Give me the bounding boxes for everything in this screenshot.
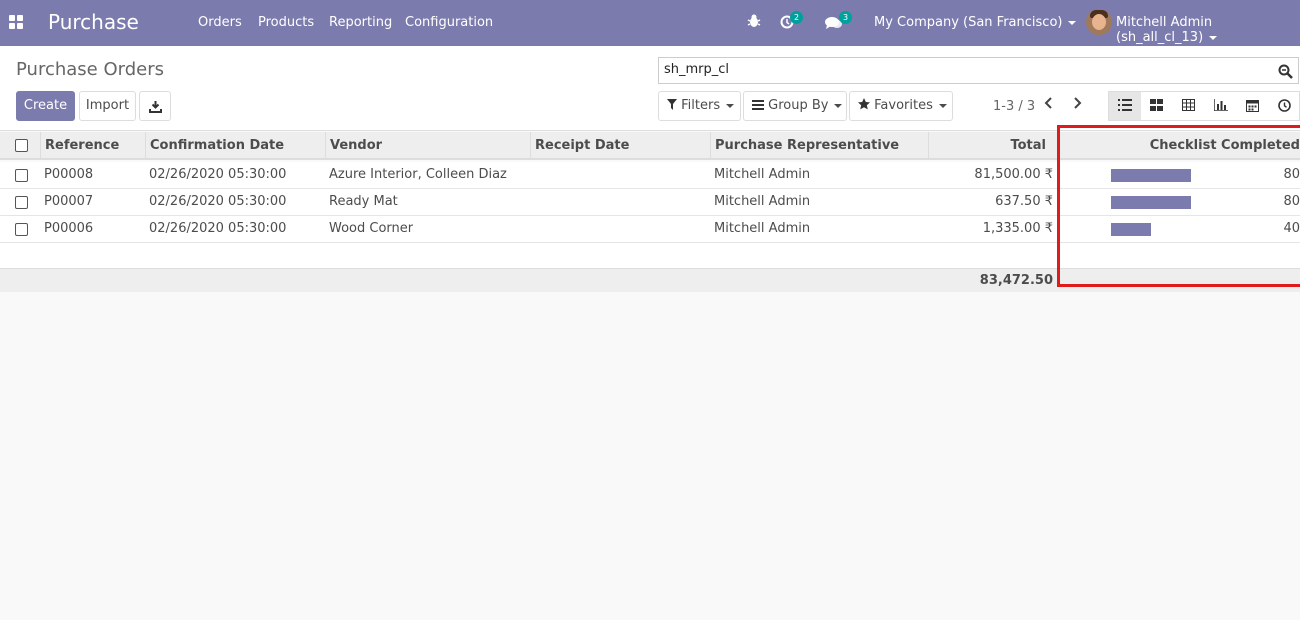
pager-previous-icon[interactable] — [1044, 96, 1058, 112]
message-count-badge: 3 — [839, 11, 852, 24]
list-bars-icon — [752, 100, 764, 110]
caret-down-icon — [938, 103, 947, 108]
menu-configuration[interactable]: Configuration — [405, 15, 493, 30]
cell-confirmation-date: 02/26/2020 05:30:00 — [149, 221, 287, 236]
cell-reference: P00007 — [44, 194, 94, 209]
company-switcher[interactable]: My Company (San Francisco) — [874, 15, 1077, 30]
menu-reporting[interactable]: Reporting — [329, 15, 392, 30]
table-row[interactable]: P00007 02/26/2020 05:30:00 Ready Mat Mit… — [0, 189, 1300, 216]
column-receipt-date[interactable]: Receipt Date — [530, 132, 710, 160]
search-input[interactable] — [664, 62, 1264, 77]
app-title: Purchase — [48, 10, 139, 34]
footer-total: 83,472.50 — [979, 273, 1053, 288]
top-navbar: Purchase Orders Products Reporting Confi… — [0, 0, 1300, 46]
caret-down-icon — [1209, 35, 1218, 40]
import-button[interactable]: Import — [79, 91, 136, 121]
download-icon — [149, 101, 162, 113]
checklist-progress-fill — [1111, 223, 1151, 236]
kanban-view-icon[interactable] — [1141, 92, 1173, 120]
checklist-progress-bar — [1111, 196, 1211, 209]
caret-down-icon — [1068, 20, 1077, 25]
user-menu[interactable]: Mitchell Admin (sh_all_cl_13) — [1116, 15, 1300, 45]
groupby-dropdown[interactable]: Group By — [743, 91, 847, 121]
checklist-progress-fill — [1111, 169, 1191, 182]
menu-orders[interactable]: Orders — [198, 15, 242, 30]
column-vendor[interactable]: Vendor — [325, 132, 530, 160]
empty-row — [0, 243, 1300, 269]
search-bar — [658, 57, 1299, 84]
caret-down-icon — [726, 103, 735, 108]
search-icon[interactable] — [1278, 64, 1293, 79]
column-reference[interactable]: Reference — [40, 132, 145, 160]
select-all-checkbox[interactable] — [15, 139, 28, 152]
groupby-label: Group By — [768, 98, 829, 113]
pager-next-icon[interactable] — [1072, 96, 1086, 112]
graph-view-icon[interactable] — [1205, 92, 1237, 120]
cell-representative: Mitchell Admin — [714, 167, 811, 182]
checklist-progress-fill — [1111, 196, 1191, 209]
table-row[interactable]: P00008 02/26/2020 05:30:00 Azure Interio… — [0, 162, 1300, 189]
star-icon — [858, 98, 870, 110]
filters-label: Filters — [681, 98, 721, 113]
column-checklist-completed[interactable]: Checklist Completed — [1058, 132, 1300, 160]
cell-vendor: Wood Corner — [329, 221, 414, 236]
control-panel: Purchase Orders Create Import Filters Gr… — [0, 46, 1300, 131]
checklist-progress-bar — [1111, 169, 1211, 182]
activity-clock-icon[interactable]: 2 — [780, 11, 804, 33]
cell-reference: P00008 — [44, 167, 94, 182]
pager-value[interactable]: 1-3 / 3 — [993, 99, 1035, 114]
favorites-label: Favorites — [874, 98, 933, 113]
cell-total: 1,335.00 ₹ — [982, 221, 1053, 236]
apps-menu-icon[interactable] — [9, 15, 23, 29]
create-button[interactable]: Create — [16, 91, 75, 121]
favorites-dropdown[interactable]: Favorites — [849, 91, 953, 121]
page-title: Purchase Orders — [16, 59, 164, 80]
user-name: Mitchell Admin (sh_all_cl_13) — [1116, 15, 1213, 45]
cell-representative: Mitchell Admin — [714, 221, 811, 236]
column-confirmation-date[interactable]: Confirmation Date — [145, 132, 325, 160]
row-checkbox[interactable] — [15, 169, 28, 182]
cell-total: 81,500.00 ₹ — [974, 167, 1053, 182]
list-view-icon[interactable] — [1109, 92, 1141, 120]
messages-chat-icon[interactable]: 3 — [825, 11, 852, 33]
cell-total: 637.50 ₹ — [995, 194, 1053, 209]
checklist-progress-bar — [1111, 223, 1211, 236]
select-all-cell — [0, 132, 40, 160]
cell-checklist-value: 80 — [1283, 194, 1300, 209]
export-download-button[interactable] — [139, 91, 171, 121]
view-switcher — [1108, 91, 1300, 121]
activity-count-badge: 2 — [790, 11, 803, 24]
debug-bug-icon[interactable] — [747, 13, 761, 33]
cell-confirmation-date: 02/26/2020 05:30:00 — [149, 167, 287, 182]
purchase-order-list: Reference Confirmation Date Vendor Recei… — [0, 125, 1300, 620]
cell-vendor: Ready Mat — [329, 194, 398, 209]
row-checkbox[interactable] — [15, 196, 28, 209]
cell-checklist-value: 40 — [1283, 221, 1300, 236]
cell-reference: P00006 — [44, 221, 94, 236]
column-total[interactable]: Total — [928, 132, 1058, 160]
company-name: My Company (San Francisco) — [874, 15, 1063, 30]
table-row[interactable]: P00006 02/26/2020 05:30:00 Wood Corner M… — [0, 216, 1300, 243]
cell-checklist-value: 80 — [1283, 167, 1300, 182]
filters-dropdown[interactable]: Filters — [658, 91, 741, 121]
row-checkbox[interactable] — [15, 223, 28, 236]
user-avatar[interactable] — [1086, 9, 1112, 35]
calendar-view-icon[interactable] — [1237, 92, 1269, 120]
menu-products[interactable]: Products — [258, 15, 314, 30]
pivot-view-icon[interactable] — [1173, 92, 1205, 120]
cell-confirmation-date: 02/26/2020 05:30:00 — [149, 194, 287, 209]
table-footer: 83,472.50 — [0, 268, 1300, 292]
table-header: Reference Confirmation Date Vendor Recei… — [0, 132, 1300, 160]
filter-icon — [667, 99, 677, 110]
caret-down-icon — [834, 103, 843, 108]
cell-representative: Mitchell Admin — [714, 194, 811, 209]
column-purchase-representative[interactable]: Purchase Representative — [710, 132, 928, 160]
cell-vendor: Azure Interior, Colleen Diaz — [329, 167, 507, 182]
activity-view-icon[interactable] — [1269, 92, 1300, 120]
